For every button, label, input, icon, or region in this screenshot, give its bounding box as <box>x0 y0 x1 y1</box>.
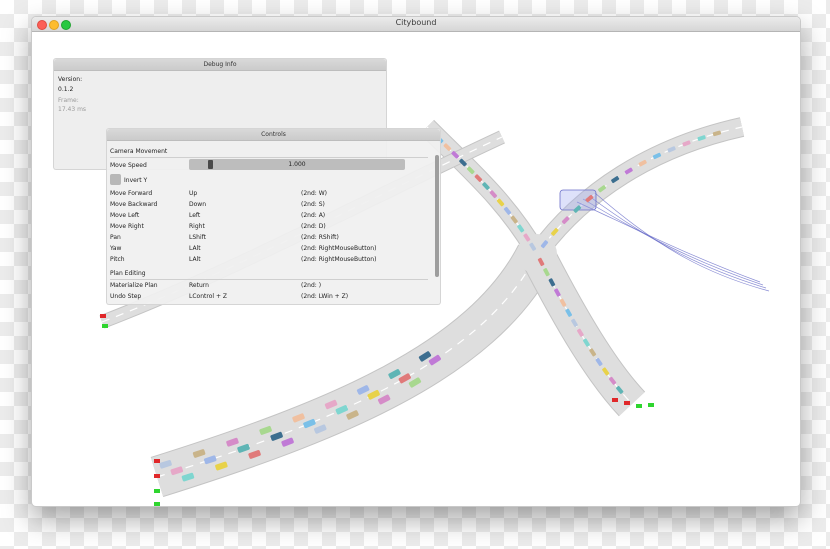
key-binding[interactable]: LAlt <box>189 256 201 263</box>
road-segment <box>521 246 645 416</box>
section-divider <box>110 157 428 158</box>
version-label: Version: <box>58 76 83 83</box>
controls-scrollbar[interactable] <box>435 155 439 277</box>
debug-info-title[interactable]: Debug Info <box>54 59 386 71</box>
binding-row[interactable]: Yaw LAlt (2nd: RightMouseButton) <box>110 245 428 255</box>
key-binding[interactable]: Right <box>189 223 205 230</box>
traffic-signal <box>154 459 160 463</box>
binding-row[interactable]: Move Forward Up (2nd: W) <box>110 190 428 200</box>
key-binding[interactable]: Left <box>189 212 200 219</box>
alt-binding[interactable]: (2nd: RightMouseButton) <box>301 245 376 252</box>
traffic-signal <box>154 502 160 506</box>
traffic-signal <box>612 398 618 402</box>
controls-title[interactable]: Controls <box>107 129 440 141</box>
binding-row[interactable]: Undo Step LControl + Z (2nd: LWin + Z) <box>110 293 428 303</box>
alt-binding[interactable]: (2nd: W) <box>301 190 327 197</box>
key-binding[interactable]: Down <box>189 201 206 208</box>
binding-row[interactable]: Move Backward Down (2nd: S) <box>110 201 428 211</box>
frame-label: Frame: <box>58 97 79 104</box>
key-binding[interactable]: Return <box>189 282 209 289</box>
alt-binding[interactable]: (2nd: RShift) <box>301 234 339 241</box>
traffic-signal <box>636 404 642 408</box>
key-binding[interactable]: LShift <box>189 234 206 241</box>
alt-binding[interactable]: (2nd: RightMouseButton) <box>301 256 376 263</box>
planned-road <box>559 189 770 292</box>
action-label: Move Left <box>110 212 140 219</box>
intersection <box>517 234 557 274</box>
section-divider <box>110 279 428 280</box>
action-label: Move Forward <box>110 190 153 197</box>
traffic-signal <box>624 401 630 405</box>
traffic-signal <box>154 474 160 478</box>
alt-binding[interactable]: (2nd: A) <box>301 212 325 219</box>
planned-lane <box>594 192 770 292</box>
title-bar[interactable]: Citybound <box>32 17 800 32</box>
alt-binding[interactable]: (2nd: S) <box>301 201 325 208</box>
alt-binding[interactable]: (2nd: LWin + Z) <box>301 293 348 300</box>
controls-body: Camera Movement Move Speed 1.000 Invert … <box>107 141 440 304</box>
controls-panel[interactable]: Controls Camera Movement Move Speed 1.00… <box>106 128 441 305</box>
key-binding[interactable]: Up <box>189 190 197 197</box>
action-label: Materialize Plan <box>110 282 158 289</box>
binding-row[interactable]: Materialize Plan Return (2nd: ) <box>110 282 428 292</box>
alt-binding[interactable]: (2nd: ) <box>301 282 321 289</box>
alt-binding[interactable]: (2nd: D) <box>301 223 326 230</box>
traffic-signal <box>648 403 654 407</box>
move-speed-value: 1.000 <box>288 161 306 168</box>
binding-row[interactable]: Move Right Right (2nd: D) <box>110 223 428 233</box>
binding-row[interactable]: Move Left Left (2nd: A) <box>110 212 428 222</box>
traffic-signal <box>154 489 160 493</box>
action-label: Move Right <box>110 223 144 230</box>
plan-editing-section: Plan Editing <box>110 270 146 277</box>
action-label: Pitch <box>110 256 125 263</box>
planned-lane <box>582 198 764 286</box>
camera-movement-section: Camera Movement <box>110 148 168 155</box>
traffic-signal <box>102 324 108 328</box>
key-binding[interactable]: LAlt <box>189 245 201 252</box>
app-window: Citybound Debug Info Version: 0.1.2 Fram… <box>31 16 801 507</box>
traffic-signal <box>100 314 106 318</box>
binding-row[interactable]: Pan LShift (2nd: RShift) <box>110 234 428 244</box>
action-label: Pan <box>110 234 121 241</box>
invert-y-checkbox[interactable] <box>110 174 121 185</box>
action-label: Yaw <box>110 245 122 252</box>
move-speed-slider[interactable]: 1.000 <box>189 159 405 170</box>
window-title: Citybound <box>395 18 437 27</box>
version-value: 0.1.2 <box>58 86 74 93</box>
key-binding[interactable]: LControl + Z <box>189 293 227 300</box>
binding-row[interactable]: Pitch LAlt (2nd: RightMouseButton) <box>110 256 428 266</box>
planned-lane <box>576 201 761 283</box>
frame-value: 17.43 ms <box>58 106 87 113</box>
move-speed-label: Move Speed <box>110 162 147 169</box>
action-label: Undo Step <box>110 293 142 300</box>
invert-y-label: Invert Y <box>124 177 148 184</box>
action-label: Move Backward <box>110 201 158 208</box>
